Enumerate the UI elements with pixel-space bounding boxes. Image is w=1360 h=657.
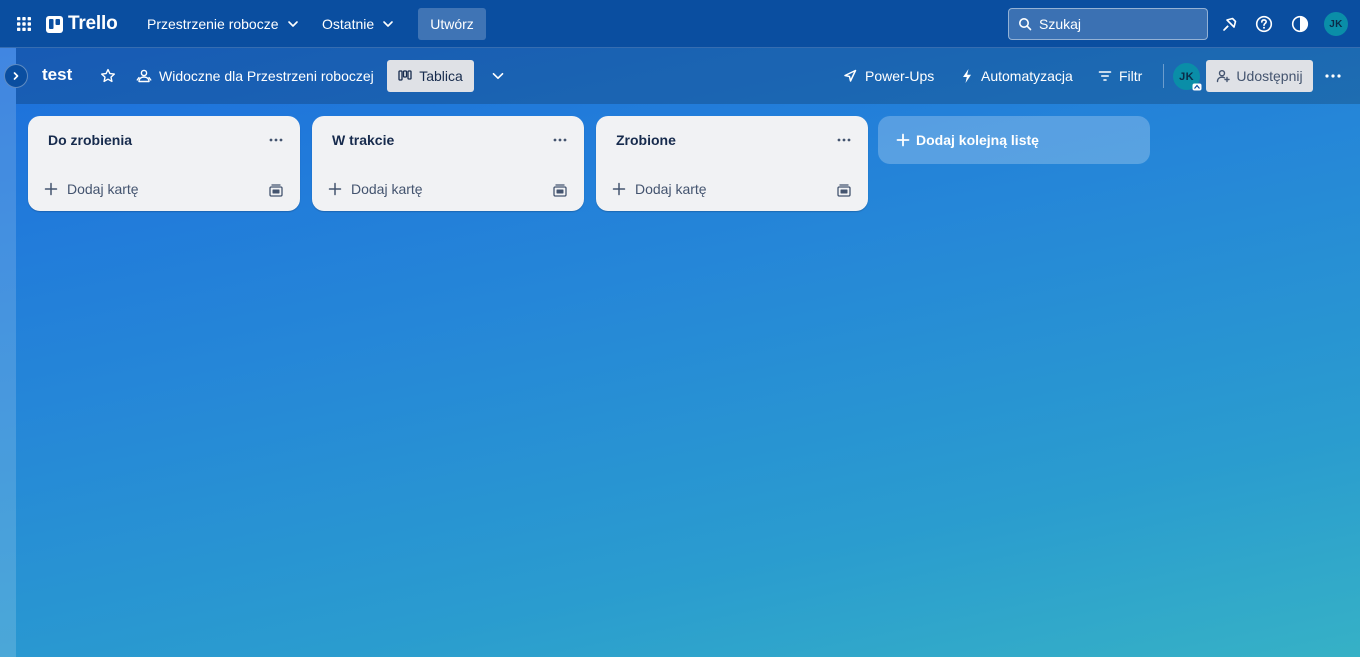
more-icon (269, 138, 283, 142)
chevron-right-icon (13, 72, 19, 80)
create-from-template-button[interactable] (264, 178, 288, 202)
more-icon (1325, 74, 1341, 78)
board-title[interactable]: test (42, 65, 72, 85)
list-do-zrobienia[interactable]: Do zrobienia Dodaj kartę (28, 116, 300, 211)
board-canvas: test Widoczne dla Przestrzeni roboczej T… (0, 48, 1360, 657)
add-card-label: Dodaj kartę (67, 181, 139, 197)
grid-icon (17, 17, 31, 31)
create-from-template-button[interactable] (832, 178, 856, 202)
add-card-button[interactable]: Dodaj kartę (324, 176, 534, 202)
template-icon (269, 183, 283, 197)
power-ups-label: Power-Ups (865, 68, 935, 84)
admin-badge-icon (1192, 83, 1202, 91)
more-icon (837, 138, 851, 142)
list-zrobione[interactable]: Zrobione Dodaj kartę (596, 116, 868, 211)
logo-text: Trello (68, 13, 118, 34)
top-navigation-bar: Trello Przestrzenie robocze Ostatnie Utw… (0, 0, 1360, 48)
theme-toggle-button[interactable] (1287, 11, 1313, 37)
share-label: Udostępnij (1236, 68, 1303, 84)
search-icon (1019, 18, 1032, 31)
plus-icon (612, 182, 626, 196)
list-title[interactable]: W trakcie (332, 132, 394, 148)
filter-icon (1098, 71, 1112, 81)
create-button-label: Utwórz (430, 16, 474, 32)
chevron-down-icon (492, 72, 504, 80)
more-icon (553, 138, 567, 142)
lightning-icon (963, 69, 971, 83)
avatar-initials: JK (1329, 18, 1343, 30)
board-header: test Widoczne dla Przestrzeni roboczej T… (4, 48, 1360, 104)
create-button[interactable]: Utwórz (418, 8, 486, 40)
automation-button[interactable]: Automatyzacja (952, 60, 1081, 92)
recent-menu-button[interactable]: Ostatnie (312, 8, 404, 40)
list-w-trakcie[interactable]: W trakcie Dodaj kartę (312, 116, 584, 211)
account-avatar[interactable]: JK (1324, 12, 1348, 36)
list-actions-button[interactable] (262, 128, 290, 152)
chevron-down-icon (383, 21, 393, 27)
template-icon (837, 183, 851, 197)
sidebar-collapsed-strip (0, 48, 16, 657)
app-switcher-button[interactable] (10, 8, 38, 40)
list-actions-button[interactable] (830, 128, 858, 152)
share-button[interactable]: Udostępnij (1206, 60, 1313, 92)
board-member-avatar[interactable]: JK (1173, 63, 1202, 91)
add-card-label: Dodaj kartę (351, 181, 423, 197)
expand-sidebar-button[interactable] (4, 64, 28, 88)
visibility-label: Widoczne dla Przestrzeni roboczej (159, 68, 374, 84)
power-ups-button[interactable]: Power-Ups (834, 60, 942, 92)
plus-icon (44, 182, 58, 196)
notifications-button[interactable] (1217, 11, 1243, 37)
help-icon (1255, 15, 1273, 33)
filter-button[interactable]: Filtr (1090, 60, 1150, 92)
add-card-button[interactable]: Dodaj kartę (608, 176, 818, 202)
filter-label: Filtr (1119, 68, 1143, 84)
add-list-button[interactable]: Dodaj kolejną listę (878, 116, 1150, 164)
trello-logo-icon (46, 15, 63, 33)
workspaces-menu-label: Przestrzenie robocze (147, 16, 279, 32)
create-from-template-button[interactable] (548, 178, 572, 202)
add-list-label: Dodaj kolejną listę (916, 132, 1039, 148)
board-view-icon (398, 70, 412, 81)
star-board-button[interactable] (92, 60, 124, 92)
recent-menu-label: Ostatnie (322, 16, 375, 32)
board-view-button[interactable]: Tablica (387, 60, 474, 92)
visibility-button[interactable]: Widoczne dla Przestrzeni roboczej (128, 60, 382, 92)
workspaces-menu-button[interactable]: Przestrzenie robocze (137, 8, 309, 40)
search-input[interactable] (1039, 16, 1189, 32)
board-view-label: Tablica (419, 68, 463, 84)
contrast-icon (1291, 15, 1309, 33)
member-initials: JK (1179, 70, 1194, 83)
header-divider (1163, 64, 1164, 88)
help-button[interactable] (1251, 11, 1277, 37)
megaphone-icon (1223, 17, 1237, 31)
add-card-label: Dodaj kartę (635, 181, 707, 197)
list-actions-button[interactable] (546, 128, 574, 152)
template-icon (553, 183, 567, 197)
star-icon (101, 68, 115, 83)
switch-views-button[interactable] (482, 60, 514, 92)
plus-icon (328, 182, 342, 196)
chevron-down-icon (287, 21, 298, 27)
list-title[interactable]: Zrobione (616, 132, 676, 148)
automation-label: Automatyzacja (981, 68, 1073, 84)
list-title[interactable]: Do zrobienia (48, 132, 132, 148)
trello-logo[interactable]: Trello (46, 12, 118, 36)
plus-icon (896, 133, 910, 147)
add-person-icon (1217, 69, 1231, 83)
people-icon (136, 69, 152, 83)
board-menu-button[interactable] (1317, 60, 1349, 92)
search-box[interactable] (1008, 8, 1208, 40)
add-card-button[interactable]: Dodaj kartę (40, 176, 250, 202)
rocket-icon (844, 69, 857, 82)
